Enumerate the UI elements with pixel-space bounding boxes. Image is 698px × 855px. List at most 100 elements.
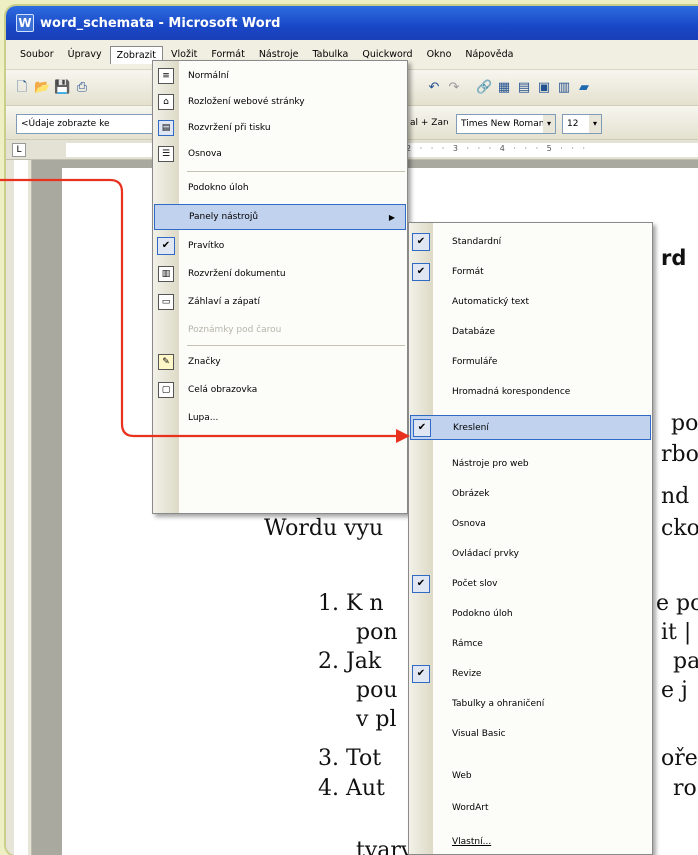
submenu-item-autotext[interactable]: Automatický text — [410, 289, 651, 314]
menu-item-document-map[interactable]: ▥ Rozvržení dokumentu — [154, 261, 406, 287]
submenu-item-word-count[interactable]: ✔ Počet slov — [410, 571, 651, 596]
menu-item-print-layout[interactable]: ▤ Rozvržení při tisku — [154, 115, 406, 141]
submenu-item-label: Databáze — [452, 326, 495, 337]
doc-text: ořet — [661, 746, 698, 771]
drawing-icon[interactable]: ▰ — [576, 80, 592, 96]
style-name-combo[interactable]: al + Zarc — [406, 114, 448, 134]
submenu-item-database[interactable]: Databáze — [410, 319, 651, 344]
submenu-item-drawing[interactable]: ✔ Kreslení — [410, 415, 651, 440]
new-document-icon[interactable]: 🗋 — [14, 80, 30, 96]
submenu-item-label: Revize — [452, 668, 482, 679]
submenu-item-label: Tabulky a ohraničení — [452, 698, 545, 709]
submenu-item-label: Vlastní... — [452, 836, 492, 847]
menu-okno[interactable]: Okno — [421, 46, 458, 63]
insert-table-icon[interactable]: ▤ — [516, 80, 532, 96]
submenu-item-web[interactable]: Web — [410, 763, 651, 788]
style-name-value: al + Zarc — [410, 118, 448, 128]
submenu-item-label: Obrázek — [452, 488, 490, 499]
menu-item-label: Panely nástrojů — [189, 212, 259, 222]
submenu-item-frames[interactable]: Rámce — [410, 631, 651, 656]
menu-item-zoom[interactable]: Lupa... — [154, 405, 406, 431]
submenu-item-label: WordArt — [452, 802, 489, 813]
submenu-item-web-tools[interactable]: Nástroje pro web — [410, 451, 651, 476]
submenu-item-label: Visual Basic — [452, 728, 506, 739]
tables-borders-icon[interactable]: ▦ — [496, 80, 512, 96]
menu-item-label: Pravítko — [188, 241, 225, 251]
menu-item-label: Lupa... — [188, 413, 219, 423]
menu-item-web-layout[interactable]: ⌂ Rozložení webové stránky — [154, 89, 406, 115]
menu-separator — [187, 171, 405, 172]
redo-icon[interactable]: ↷ — [446, 80, 462, 96]
undo-icon[interactable]: ↶ — [426, 80, 442, 96]
submenu-item-format[interactable]: ✔ Formát — [410, 259, 651, 284]
word-app-icon[interactable]: W — [16, 14, 34, 32]
outline-view-icon: ☰ — [158, 146, 174, 162]
doc-text: po — [671, 411, 698, 436]
menu-item-header-footer[interactable]: ▭ Záhlaví a zápatí — [154, 289, 406, 315]
save-icon[interactable]: 💾 — [54, 80, 70, 96]
check-icon: ✔ — [412, 232, 430, 251]
submenu-item-mail-merge[interactable]: Hromadná korespondence — [410, 379, 651, 404]
menu-item-markup[interactable]: ✎ Značky — [154, 349, 406, 375]
submenu-item-label: Formuláře — [452, 356, 498, 367]
doc-text: 1. K n — [318, 591, 384, 616]
tab-selector-icon[interactable]: L — [12, 143, 26, 157]
doc-text: v pl — [356, 707, 397, 732]
chevron-down-icon[interactable]: ▾ — [589, 115, 601, 133]
font-size-value: 12 — [567, 119, 579, 129]
submenu-item-controls[interactable]: Ovládací prvky — [410, 541, 651, 566]
full-screen-icon: ▢ — [158, 382, 174, 398]
header-footer-icon: ▭ — [158, 294, 174, 310]
doc-text: 4. Aut — [318, 776, 385, 801]
submenu-item-forms[interactable]: Formuláře — [410, 349, 651, 374]
menu-soubor[interactable]: Soubor — [14, 46, 60, 63]
menu-napoveda[interactable]: Nápověda — [459, 46, 519, 63]
menu-separator — [187, 345, 405, 346]
open-folder-icon[interactable]: 📂 — [34, 80, 50, 96]
menu-item-task-pane[interactable]: Podokno úloh — [154, 175, 406, 201]
menu-item-label: Osnova — [188, 149, 222, 159]
doc-text: nd — [661, 484, 690, 509]
font-combo-value: Times New Roman — [461, 119, 545, 129]
submenu-item-outline[interactable]: Osnova — [410, 511, 651, 536]
submenu-item-customize[interactable]: Vlastní... — [410, 829, 651, 854]
font-size-combo[interactable]: 12 ▾ — [562, 114, 602, 134]
submenu-item-visual-basic[interactable]: Visual Basic — [410, 721, 651, 746]
submenu-item-reviewing[interactable]: ✔ Revize — [410, 661, 651, 686]
style-combo[interactable]: <Údaje zobrazte ke — [16, 114, 156, 134]
menu-item-label: Značky — [188, 357, 221, 367]
submenu-item-label: Standardní — [452, 236, 502, 247]
menu-item-ruler[interactable]: ✔ Pravítko — [154, 233, 406, 259]
normal-view-icon: ≡ — [158, 68, 174, 84]
submenu-item-wordart[interactable]: WordArt — [410, 795, 651, 820]
menu-item-full-screen[interactable]: ▢ Celá obrazovka — [154, 377, 406, 403]
vertical-ruler-strip — [14, 160, 28, 855]
doc-text: ro — [673, 776, 697, 801]
columns-icon[interactable]: ▥ — [556, 80, 572, 96]
hyperlink-icon[interactable]: 🔗 — [476, 80, 492, 96]
submenu-item-tables-borders[interactable]: Tabulky a ohraničení — [410, 691, 651, 716]
permission-icon[interactable]: ⎙ — [74, 80, 90, 96]
menu-item-label: Rozložení webové stránky — [188, 97, 305, 107]
menu-upravy[interactable]: Úpravy — [62, 46, 108, 63]
chevron-down-icon[interactable]: ▾ — [543, 115, 555, 133]
submenu-item-label: Rámce — [452, 638, 483, 649]
menu-item-label: Normální — [188, 71, 229, 81]
view-menu: ≡ Normální ⌂ Rozložení webové stránky ▤ … — [152, 60, 408, 514]
menu-item-outline[interactable]: ☰ Osnova — [154, 141, 406, 167]
submenu-item-label: Osnova — [452, 518, 486, 529]
submenu-item-task-pane[interactable]: Podokno úloh — [410, 601, 651, 626]
vertical-ruler[interactable] — [6, 160, 32, 855]
document-map-icon: ▥ — [158, 266, 174, 282]
submenu-icon-gutter — [409, 223, 433, 854]
font-combo[interactable]: Times New Roman ▾ — [456, 114, 556, 134]
submenu-item-standard[interactable]: ✔ Standardní — [410, 229, 651, 254]
submenu-item-picture[interactable]: Obrázek — [410, 481, 651, 506]
doc-text: 2. Jak — [318, 649, 382, 674]
submenu-item-label: Automatický text — [452, 296, 529, 307]
insert-excel-icon[interactable]: ▣ — [536, 80, 552, 96]
menu-item-toolbars[interactable]: Panely nástrojů ▶ — [154, 204, 406, 230]
menu-item-normal[interactable]: ≡ Normální — [154, 63, 406, 89]
doc-text: pon — [356, 620, 398, 645]
submenu-item-label: Formát — [452, 266, 484, 277]
